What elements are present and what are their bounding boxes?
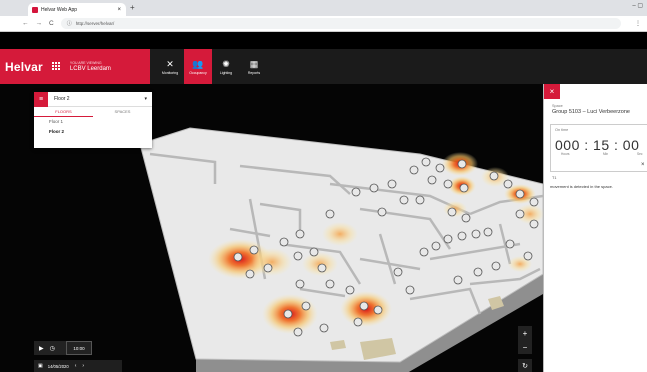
- date-prev-icon[interactable]: ‹: [75, 363, 77, 369]
- tab-floors[interactable]: FLOORS: [34, 107, 93, 117]
- browser-menu-icon[interactable]: ⋮: [635, 20, 641, 27]
- caret-down-icon[interactable]: ▾: [144, 96, 147, 102]
- on-time-value[interactable]: 000 : 15 : 00: [555, 137, 639, 153]
- floor-current: Floor 2: [54, 96, 70, 102]
- floor-item-2[interactable]: Floor 2: [34, 127, 152, 137]
- lightbulb-icon: ✺: [222, 58, 230, 69]
- nav-monitoring[interactable]: ✕ Monitoring: [156, 49, 184, 84]
- playback-time[interactable]: 10:00: [66, 341, 92, 355]
- tab-spaces[interactable]: SPACES: [93, 107, 152, 117]
- tab-close-icon[interactable]: ×: [117, 7, 121, 13]
- browser-tab-title: Helvar Web App: [41, 6, 78, 13]
- playback-controls: ▶ ◷: [34, 341, 66, 355]
- info-icon: ⓘ: [66, 21, 72, 27]
- zoom-in-button[interactable]: +: [518, 326, 532, 340]
- window-controls[interactable]: – ▢: [632, 2, 643, 9]
- panel-description: movement is detected in the space.: [550, 184, 613, 189]
- speed-icon[interactable]: ◷: [50, 345, 55, 352]
- on-time-seconds[interactable]: 00: [623, 137, 640, 153]
- nav-occupancy[interactable]: 👥 Occupancy: [184, 49, 212, 84]
- hours-unit: Hours: [561, 152, 570, 156]
- people-icon: 👥: [192, 58, 204, 69]
- calendar-icon[interactable]: ▣: [38, 363, 43, 369]
- space-details-panel: × Space Group 5103 – Luci Verbeerzone On…: [543, 84, 647, 372]
- app-header: Helvar YOU ARE VIEWING LCBV Leerdam ✕ Mo…: [0, 49, 647, 84]
- forward-icon[interactable]: →: [36, 20, 43, 27]
- brand-logo: Helvar: [5, 59, 43, 74]
- nav-reports[interactable]: ▦ Reports: [240, 49, 268, 84]
- nav-lighting[interactable]: ✺ Lighting: [212, 49, 240, 84]
- floor-dropdown[interactable]: ≡ Floor 2 ▾: [34, 91, 152, 107]
- floor-tabs: FLOORS SPACES: [34, 107, 152, 117]
- panel-type-label: Space: [552, 104, 563, 108]
- zoom-out-button[interactable]: −: [518, 340, 532, 354]
- site-indicator[interactable]: YOU ARE VIEWING LCBV Leerdam: [70, 61, 111, 72]
- seconds-unit: Sec: [637, 152, 643, 156]
- close-panel-button[interactable]: ×: [544, 84, 560, 99]
- back-icon[interactable]: ←: [22, 20, 29, 27]
- reload-icon[interactable]: C: [49, 20, 54, 27]
- helvar-favicon-icon: [32, 6, 38, 13]
- panel-short-label: T1: [552, 176, 557, 180]
- date-next-icon[interactable]: ›: [82, 363, 84, 369]
- browser-address-bar: ← → C ⓘ http://server/helvar/ ⋮: [0, 16, 647, 32]
- on-time-field[interactable]: On time 000 : 15 : 00 Hours Min Sec ×: [550, 124, 647, 172]
- reset-view-icon[interactable]: ↻: [518, 359, 532, 372]
- date-value: 14/05/2020: [47, 363, 69, 369]
- wrench-cross-icon: ✕: [166, 58, 174, 69]
- reports-icon: ▦: [249, 58, 259, 69]
- floor-selector: ≡ Floor 2 ▾ FLOORS SPACES Floor 1 Floor …: [34, 91, 152, 148]
- hamburger-menu-icon[interactable]: ≡: [34, 91, 48, 107]
- zoom-controls: + −: [518, 326, 532, 354]
- on-time-minutes[interactable]: 15: [593, 137, 610, 153]
- brand-block: Helvar YOU ARE VIEWING LCBV Leerdam: [0, 49, 150, 84]
- url-field[interactable]: ⓘ http://server/helvar/: [60, 18, 621, 29]
- play-icon[interactable]: ▶: [39, 345, 44, 352]
- url-text: http://server/helvar/: [75, 21, 115, 26]
- minutes-unit: Min: [603, 152, 609, 156]
- browser-tab[interactable]: Helvar Web App ×: [28, 3, 126, 16]
- new-tab-button[interactable]: +: [130, 3, 135, 12]
- nav-label: Reports: [247, 70, 261, 75]
- panel-space-name: Group 5103 – Luci Verbeerzone: [552, 109, 630, 115]
- on-time-label: On time: [555, 128, 569, 132]
- browser-tabbar: Helvar Web App × + – ▢: [0, 0, 647, 16]
- nav-label: Occupancy: [189, 70, 207, 75]
- on-time-hours[interactable]: 000: [555, 137, 580, 153]
- nav-label: Lighting: [219, 70, 233, 75]
- nav-label: Monitoring: [161, 70, 179, 75]
- floor-item-1[interactable]: Floor 1: [34, 117, 152, 127]
- date-picker[interactable]: ▣ 14/05/2020 ‹ ›: [34, 360, 122, 372]
- viewing-label: YOU ARE VIEWING: [69, 61, 102, 65]
- clear-time-icon[interactable]: ×: [641, 162, 645, 168]
- site-name: LCBV Leerdam: [69, 66, 111, 72]
- main-nav: ✕ Monitoring 👥 Occupancy ✺ Lighting ▦ Re…: [156, 49, 268, 84]
- app-grid-icon[interactable]: [51, 62, 61, 71]
